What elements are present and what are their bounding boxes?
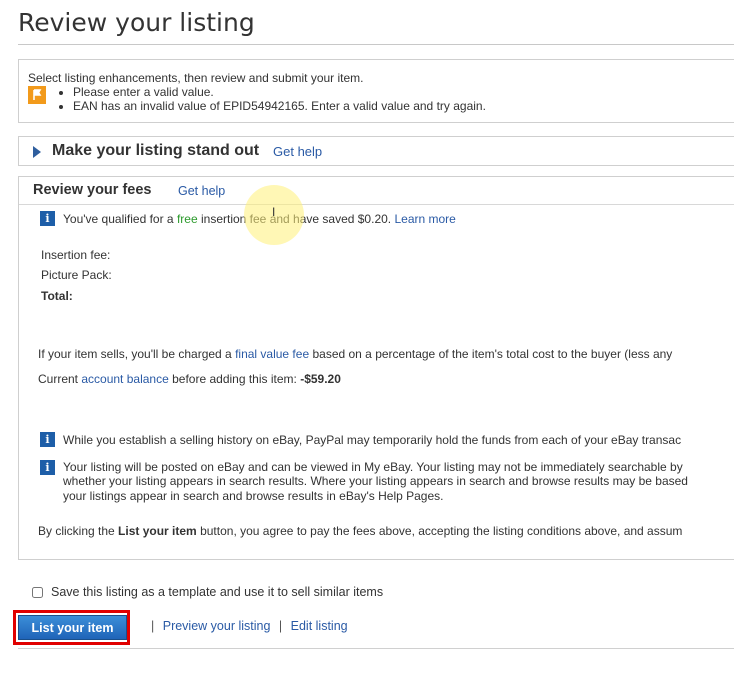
page-title: Review your listing [18, 8, 255, 37]
separator: | [278, 619, 283, 633]
fees-header: Review your fees Get help [19, 177, 734, 205]
listing-notice-line: your listings appear in search and brows… [63, 489, 444, 503]
warning-flag-icon [28, 86, 46, 104]
agree-post: button, you agree to pay the fees above,… [200, 524, 683, 538]
info-icon: i [40, 460, 55, 475]
insertion-fee-label: Insertion fee: [41, 248, 111, 262]
balance-post: before adding this item: [172, 372, 297, 386]
error-item: Please enter a valid value. [73, 85, 486, 99]
balance-amount: -$59.20 [300, 372, 341, 386]
free-fee-word: free [176, 212, 198, 226]
standout-help-link[interactable]: Get help [273, 144, 322, 159]
alert-intro-text: Select listing enhancements, then review… [28, 71, 364, 85]
account-balance-link[interactable]: account balance [81, 372, 168, 386]
final-value-fee-link[interactable]: final value fee [235, 347, 309, 361]
standout-section: Make your listing stand out Get help [18, 136, 734, 166]
info-icon: i [40, 432, 55, 447]
listing-notice-line: Your listing will be posted on eBay and … [63, 460, 683, 474]
fees-help-link[interactable]: Get help [178, 184, 225, 198]
picture-pack-label: Picture Pack: [41, 268, 112, 282]
list-your-item-button[interactable]: List your item [18, 615, 127, 640]
agreement-text: By clicking the List your item button, y… [38, 524, 682, 538]
free-fee-text-post: insertion fee and have saved $0.20. [200, 212, 392, 226]
final-value-pre: If your item sells, you'll be charged a [38, 347, 232, 361]
edit-listing-link[interactable]: Edit listing [291, 619, 348, 633]
free-fee-notice: You've qualified for a free insertion fe… [63, 212, 456, 226]
secondary-actions: | Preview your listing | Edit listing [146, 619, 348, 633]
agree-pre: By clicking the [38, 524, 115, 538]
bottom-divider [18, 648, 734, 649]
agree-button-name: List your item [118, 524, 197, 538]
learn-more-link[interactable]: Learn more [394, 212, 455, 226]
listing-notice-line: whether your listing appears in search r… [63, 474, 688, 488]
final-value-post: based on a percentage of the item's tota… [312, 347, 673, 361]
text-cursor-icon: I [272, 205, 276, 219]
info-icon: i [40, 211, 55, 226]
standout-heading[interactable]: Make your listing stand out [52, 142, 259, 160]
save-template-checkbox[interactable] [32, 587, 43, 598]
final-value-fee-text: If your item sells, you'll be charged a … [38, 347, 672, 361]
account-balance-text: Current account balance before adding th… [38, 372, 341, 386]
error-item: EAN has an invalid value of EPID54942165… [73, 99, 486, 113]
fees-section: Review your fees Get help i You've quali… [18, 176, 734, 560]
fees-heading: Review your fees [33, 182, 152, 198]
preview-listing-link[interactable]: Preview your listing [163, 619, 271, 633]
paypal-hold-notice: While you establish a selling history on… [63, 433, 682, 447]
save-template-label[interactable]: Save this listing as a template and use … [51, 585, 383, 599]
balance-pre: Current [38, 372, 79, 386]
total-label: Total: [41, 289, 73, 303]
expand-triangle-icon[interactable] [33, 146, 41, 158]
title-divider [18, 44, 734, 45]
error-alert-box: Select listing enhancements, then review… [18, 59, 734, 123]
free-fee-text-pre: You've qualified for a [63, 212, 174, 226]
error-list: Please enter a valid value. EAN has an i… [49, 85, 486, 113]
separator: | [151, 619, 155, 633]
